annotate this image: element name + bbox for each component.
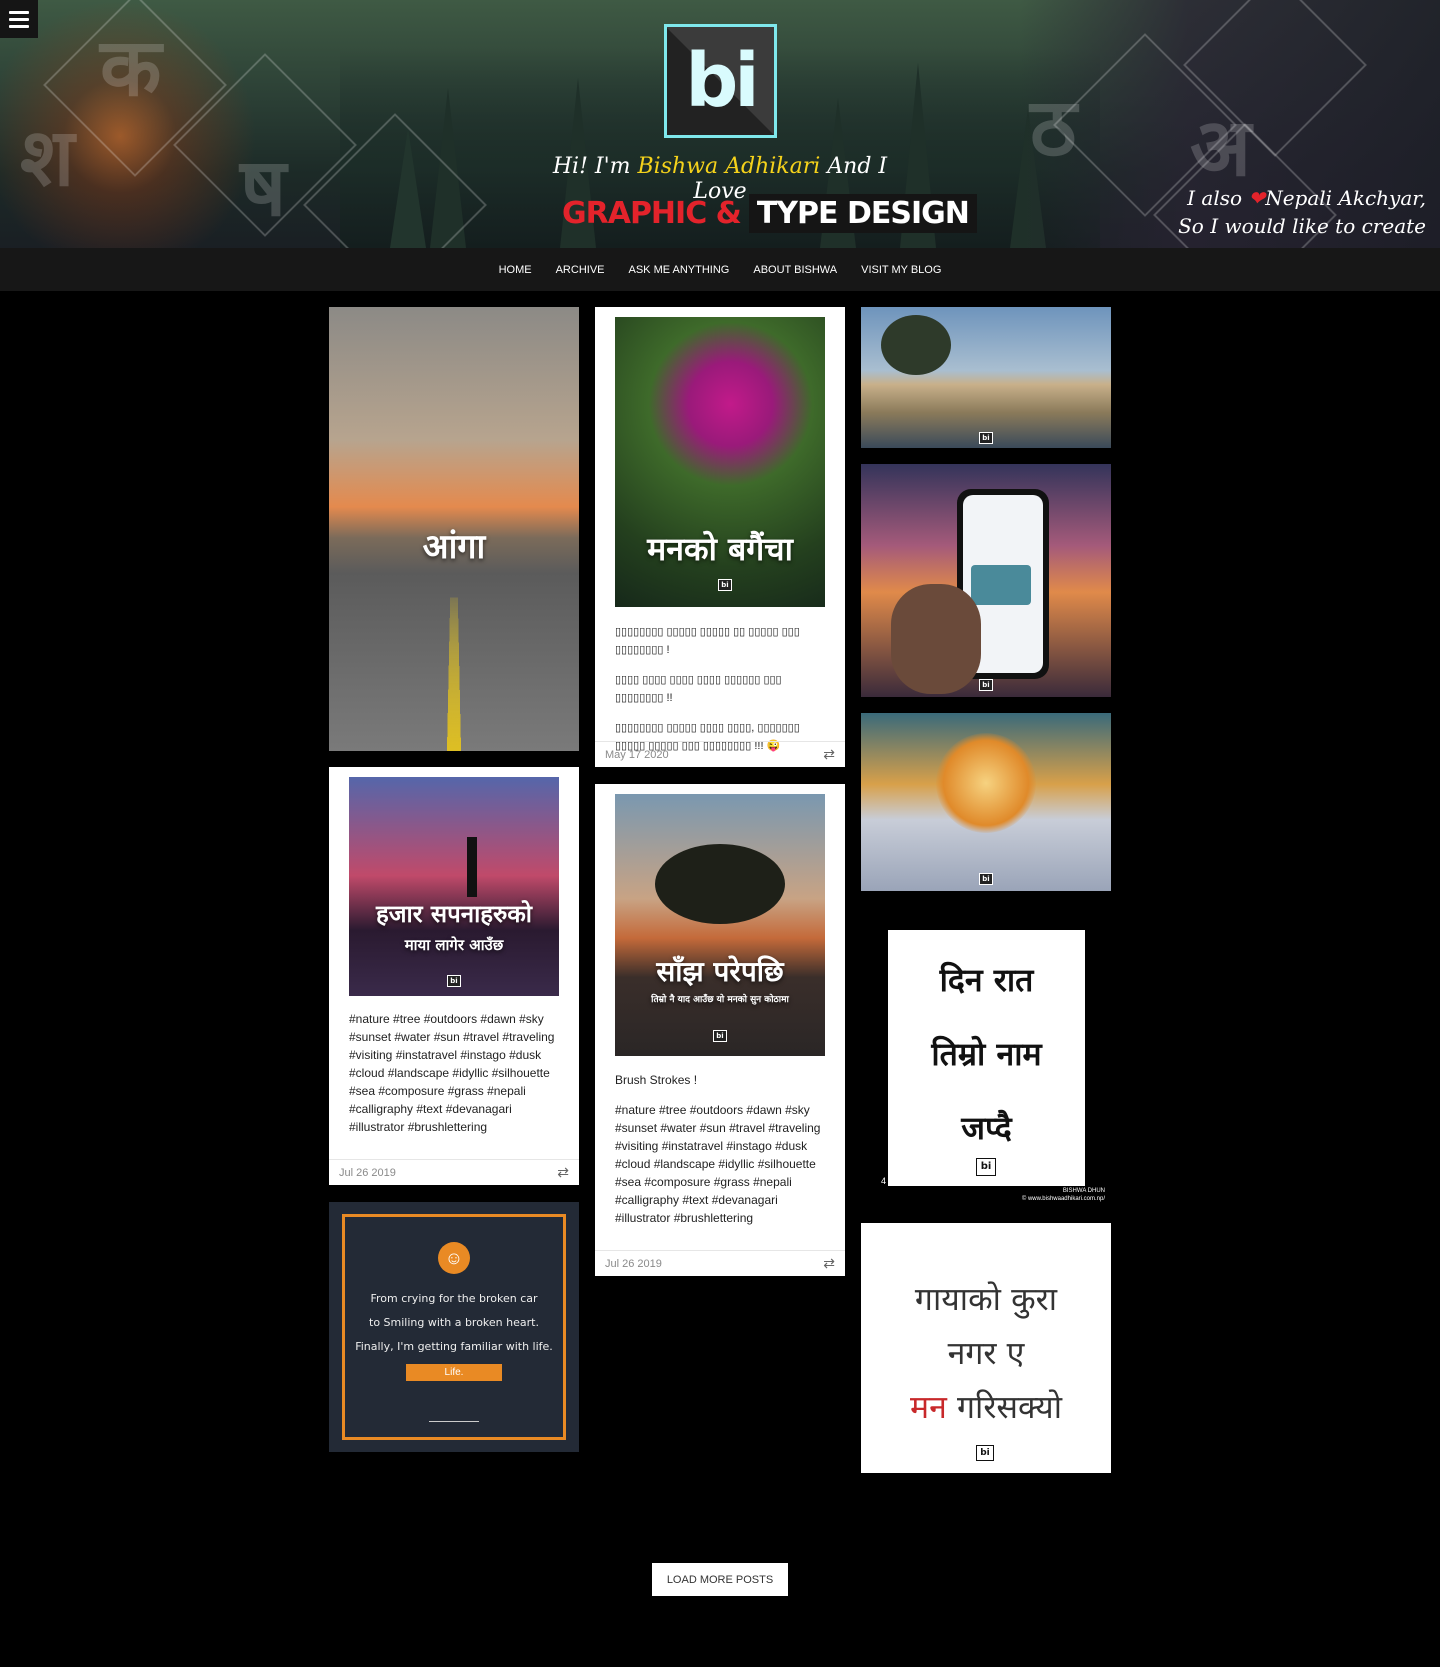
bi-watermark: bi	[979, 432, 993, 444]
post-dreams[interactable]: हजार सपनाहरुको माया लागेर आउँछ bi #natur…	[329, 767, 579, 1185]
tree-tags: #nature #tree #outdoors #dawn #sky #suns…	[615, 1103, 821, 1225]
tree-text: Brush Strokes ! #nature #tree #outdoors …	[615, 1071, 827, 1239]
headline-boxed: TYPE DESIGN	[748, 193, 977, 233]
post-lake[interactable]: bi	[861, 307, 1111, 448]
post-footer: Jul 26 2019 ⇄	[329, 1159, 579, 1185]
decor-letter: अ	[1190, 101, 1252, 194]
tree-caption: Brush Strokes !	[615, 1073, 698, 1087]
tree-title: साँझ परेपछि	[656, 955, 784, 988]
hamburger-icon[interactable]	[0, 0, 38, 38]
post-footer: May 17 2020 ⇄	[595, 741, 845, 767]
gayako-line: गायाको कुरा	[914, 1280, 1058, 1318]
header-note: I also ❤Nepali Akchyar, So I would like …	[1156, 184, 1426, 248]
post-gayako[interactable]: गायाको कुरा नगर ए मन गरिसक्यो bi	[861, 1223, 1111, 1473]
tree-photo: साँझ परेपछि तिम्रो नै याद आउँछ यो मनको स…	[615, 794, 825, 1056]
heart-icon: ❤	[1248, 186, 1266, 210]
garden-photo: मनको बगैंचा bi	[615, 317, 825, 607]
header-banner: श क ष ठ अ bi Hi! I'm Bishwa Adhikari And…	[0, 0, 1440, 248]
credit-url: © www.bishwaadhikari.com.np/	[1021, 1196, 1105, 1202]
dreams-subtitle: माया लागेर आउँछ	[404, 936, 504, 954]
post-cloud[interactable]: bi	[861, 713, 1111, 891]
post-footer: Jul 26 2019 ⇄	[595, 1250, 845, 1276]
bi-watermark: bi	[447, 975, 461, 987]
bi-watermark: bi	[713, 1030, 727, 1042]
decor-letter: ठ	[1030, 81, 1077, 174]
post-date[interactable]: Jul 26 2019	[339, 1167, 396, 1179]
post-road[interactable]: आंगा	[329, 307, 579, 751]
gayako-line3: मन गरिसक्यो	[861, 1385, 1111, 1428]
post-date[interactable]: Jul 26 2019	[605, 1258, 662, 1270]
glowing-orb	[936, 733, 1036, 833]
nav-about[interactable]: ABOUT BISHWA	[753, 264, 837, 276]
dreams-title: हजार सपनाहरुको	[375, 900, 533, 928]
gayako-red: मन	[909, 1388, 947, 1426]
din-raat-line: दिन रात	[939, 961, 1034, 999]
road-photo: आंगा	[329, 307, 579, 751]
post-phone[interactable]: bi	[861, 464, 1111, 697]
note-line2: So I would like to create some.	[1178, 214, 1426, 248]
header-headline: GRAPHIC & TYPE DESIGN	[562, 192, 977, 234]
post-garden[interactable]: मनको बगैंचा bi ▯▯▯▯▯▯▯▯ ▯▯▯▯▯ ▯▯▯▯▯ ▯▯ ▯…	[595, 307, 845, 767]
bi-watermark: bi	[979, 679, 993, 691]
road-title: आंगा	[422, 527, 486, 567]
signature	[429, 1392, 479, 1422]
dreams-photo: हजार सपनाहरुको माया लागेर आउँछ bi	[349, 777, 559, 996]
gayako-rest: गरिसक्यो	[957, 1388, 1063, 1426]
decor-letter: श	[20, 111, 75, 204]
bi-watermark: bi	[976, 1158, 996, 1176]
bi-watermark: bi	[979, 873, 993, 885]
logo-mark: bi	[685, 38, 759, 124]
site-logo[interactable]: bi	[664, 24, 777, 138]
nav-ask[interactable]: ASK ME ANYTHING	[629, 264, 730, 276]
nav-archive[interactable]: ARCHIVE	[556, 264, 605, 276]
road-line	[446, 597, 462, 751]
din-raat-line: जप्दै	[961, 1109, 1012, 1147]
credit-name: BISHWA DHUN	[1062, 1188, 1105, 1194]
post-tree[interactable]: साँझ परेपछि तिम्रो नै याद आउँछ यो मनको स…	[595, 784, 845, 1276]
reblog-icon[interactable]: ⇄	[557, 1164, 569, 1181]
hand	[891, 584, 981, 694]
note-text: I also	[1187, 186, 1249, 210]
decor-letter: ष	[240, 141, 287, 234]
quote-line: From crying for the broken car	[370, 1292, 538, 1305]
life-button: Life.	[406, 1364, 502, 1381]
headline-red: GRAPHIC &	[562, 195, 742, 231]
tree-crown	[655, 844, 785, 924]
tree-subtitle: तिम्रो नै याद आउँछ यो मनको सुन कोठामा	[651, 995, 789, 1005]
din-raat-line: तिम्रो नाम	[931, 1035, 1042, 1073]
tagline-name: Bishwa Adhikari	[637, 154, 821, 179]
decor-letter: क	[100, 21, 162, 114]
main-nav: HOME ARCHIVE ASK ME ANYTHING ABOUT BISHW…	[0, 248, 1440, 291]
smile-icon: ☺	[438, 1242, 470, 1274]
nav-home[interactable]: HOME	[499, 264, 532, 276]
dreams-tags: #nature #tree #outdoors #dawn #sky #suns…	[349, 1012, 555, 1134]
tagline-intro: Hi! I'm	[552, 154, 638, 179]
quote-line: to Smiling with a broken heart.	[369, 1316, 539, 1329]
post-din-raat[interactable]: दिन रात तिम्रो नाम जप्दै bi 4 BISHWA DHU…	[861, 908, 1111, 1207]
nav-blog[interactable]: VISIT MY BLOG	[861, 264, 941, 276]
reblog-icon[interactable]: ⇄	[823, 1255, 835, 1272]
garden-title: मनको बगैंचा	[647, 530, 793, 568]
lake-tree	[881, 315, 951, 375]
bi-watermark: bi	[976, 1445, 994, 1461]
slide-counter: 4	[881, 1176, 887, 1186]
chat-image	[971, 565, 1031, 605]
bi-watermark: bi	[718, 579, 732, 591]
note-text: Nepali Akchyar,	[1265, 186, 1426, 210]
reblog-icon[interactable]: ⇄	[823, 746, 835, 763]
garden-line: ▯▯▯▯▯▯▯▯ ▯▯▯▯▯ ▯▯▯▯▯ ▯▯ ▯▯▯▯▯ ▯▯▯ ▯▯▯▯▯▯…	[615, 626, 800, 656]
garden-line: ▯▯▯▯ ▯▯▯▯ ▯▯▯▯ ▯▯▯▯ ▯▯▯▯▯▯ ▯▯▯ ▯▯▯▯▯▯▯▯ …	[615, 674, 782, 704]
post-life[interactable]: ☺ From crying for the broken car to Smil…	[329, 1202, 579, 1452]
post-date[interactable]: May 17 2020	[605, 749, 669, 761]
life-quote: From crying for the broken car to Smilin…	[329, 1287, 579, 1359]
gayako-line: नगर ए	[947, 1334, 1025, 1372]
load-more-button[interactable]: LOAD MORE POSTS	[652, 1563, 788, 1596]
figure-silhouette	[467, 837, 477, 897]
din-raat-credit: BISHWA DHUN © www.bishwaadhikari.com.np/	[1022, 1187, 1105, 1203]
din-raat-card: दिन रात तिम्रो नाम जप्दै bi	[888, 930, 1085, 1186]
quote-line: Finally, I'm getting familiar with life.	[355, 1340, 553, 1353]
